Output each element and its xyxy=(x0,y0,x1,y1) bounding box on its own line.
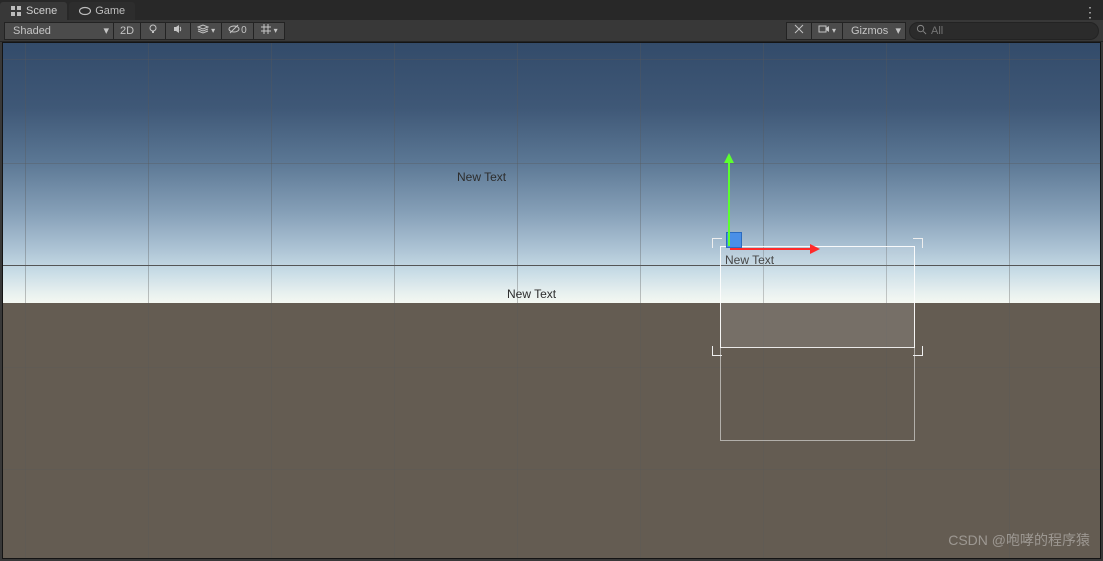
grid-line xyxy=(148,43,149,558)
tools-crossed-icon xyxy=(793,23,805,38)
grid-line xyxy=(3,59,1100,60)
grid-line xyxy=(394,43,395,558)
audio-toggle[interactable] xyxy=(165,22,191,40)
grid-line xyxy=(271,43,272,558)
hidden-count: 0 xyxy=(241,25,247,36)
camera-icon xyxy=(818,23,830,38)
eye-off-icon xyxy=(228,23,240,38)
search-input[interactable] xyxy=(931,25,1092,37)
stack-icon xyxy=(197,23,209,38)
grid-line xyxy=(25,43,26,558)
grid-line xyxy=(3,163,1100,164)
skybox-ground xyxy=(3,303,1100,558)
skybox-sky xyxy=(3,43,1100,303)
gizmo-y-axis[interactable] xyxy=(728,161,730,246)
grid-line xyxy=(3,367,1100,368)
scene-search[interactable] xyxy=(909,22,1099,40)
selected-panel[interactable] xyxy=(720,246,915,348)
scene-toolbar: Shaded ▾ 2D ▾ 0 ▾ ▾ xyxy=(0,20,1103,42)
grid-dropdown[interactable]: ▾ xyxy=(253,22,285,40)
tab-game-label: Game xyxy=(95,5,125,17)
camera-dropdown[interactable]: ▾ xyxy=(811,22,843,40)
chevron-down-icon: ▾ xyxy=(103,24,109,37)
resize-handle-bl[interactable] xyxy=(712,346,722,356)
scene-icon xyxy=(10,5,22,17)
tools-button[interactable] xyxy=(786,22,812,40)
tab-bar: Scene Game xyxy=(0,0,1103,20)
grid-line xyxy=(640,43,641,558)
effects-dropdown[interactable]: ▾ xyxy=(190,22,222,40)
mode-2d-label: 2D xyxy=(120,25,134,37)
speaker-icon xyxy=(172,23,184,38)
mode-2d-toggle[interactable]: 2D xyxy=(113,22,141,40)
scene-viewport[interactable]: New Text New Text New Text CSDN @咆哮的程序猿 xyxy=(2,42,1101,559)
tab-scene-label: Scene xyxy=(26,5,57,17)
grid-line xyxy=(1009,43,1010,558)
chevron-down-icon: ▾ xyxy=(274,26,278,35)
resize-handle-br[interactable] xyxy=(913,346,923,356)
lightbulb-icon xyxy=(147,23,159,38)
scene-text-1: New Text xyxy=(457,170,506,184)
lighting-toggle[interactable] xyxy=(140,22,166,40)
watermark: CSDN @咆哮的程序猿 xyxy=(948,530,1090,550)
gizmo-x-axis[interactable] xyxy=(730,248,812,250)
shading-mode-dropdown[interactable]: Shaded ▾ xyxy=(4,22,114,40)
resize-handle-tl[interactable] xyxy=(712,238,722,248)
hidden-objects-toggle[interactable]: 0 xyxy=(221,22,254,40)
gizmos-dropdown[interactable]: Gizmos ▾ xyxy=(842,22,906,40)
grid-line xyxy=(3,265,1100,266)
resize-handle-tr[interactable] xyxy=(913,238,923,248)
more-menu-icon[interactable]: ⋮ xyxy=(1083,4,1097,21)
tab-scene[interactable]: Scene xyxy=(0,2,67,20)
grid-line xyxy=(3,469,1100,470)
shading-mode-label: Shaded xyxy=(13,25,51,37)
chevron-down-icon: ▾ xyxy=(895,24,901,37)
tab-game[interactable]: Game xyxy=(69,2,135,20)
gizmos-label: Gizmos xyxy=(851,25,888,37)
chevron-down-icon: ▾ xyxy=(211,26,215,35)
search-icon xyxy=(916,24,927,38)
grid-icon xyxy=(260,23,272,38)
scene-text-2: New Text xyxy=(507,287,556,301)
game-icon xyxy=(79,5,91,17)
chevron-down-icon: ▾ xyxy=(832,26,836,35)
